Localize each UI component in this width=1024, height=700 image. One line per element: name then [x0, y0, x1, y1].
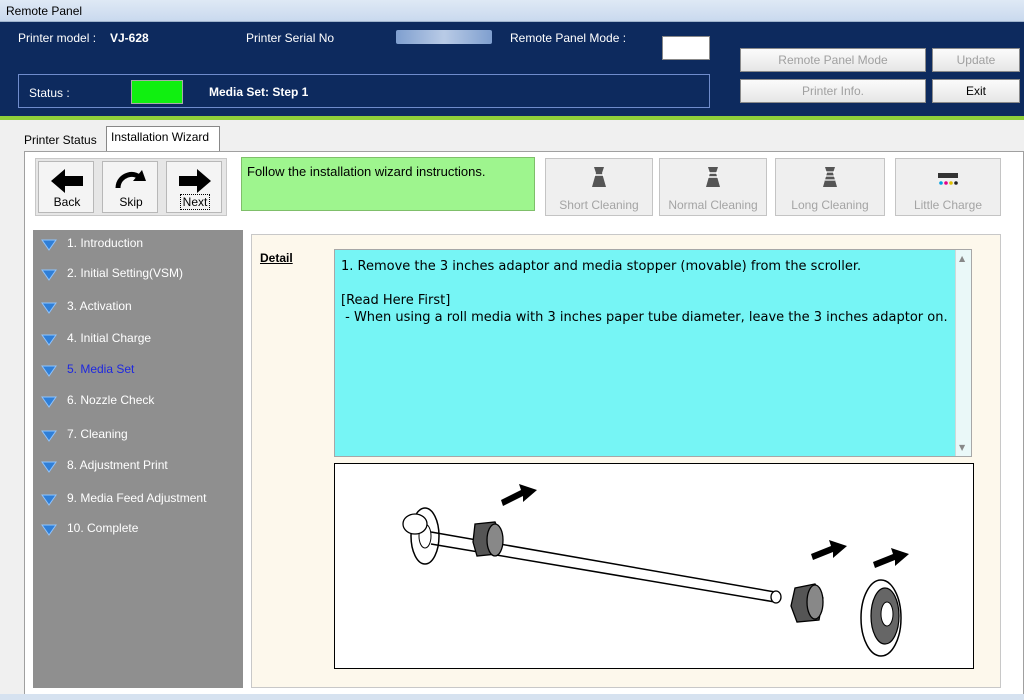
next-button[interactable]: Next — [166, 161, 222, 213]
long-cleaning-label: Long Cleaning — [791, 198, 869, 212]
normal-cleaning-button[interactable]: Normal Cleaning — [659, 158, 767, 216]
scroller-diagram-image — [402, 484, 909, 657]
window-bottom-border — [0, 694, 1024, 700]
status-text: Media Set: Step 1 — [209, 85, 309, 99]
triangle-down-icon — [41, 430, 57, 442]
little-charge-button[interactable]: Little Charge — [895, 158, 1001, 216]
detail-line: - When using a roll media with 3 inches … — [341, 310, 948, 325]
detail-text-box[interactable]: 1. Remove the 3 inches adaptor and media… — [334, 249, 972, 457]
scroll-down-icon[interactable]: ▼ — [959, 443, 965, 452]
update-button[interactable]: Update — [932, 48, 1020, 72]
printer-model-value: VJ-628 — [110, 31, 149, 45]
printer-header: Printer model : VJ-628 Printer Serial No… — [0, 22, 1024, 116]
detail-panel: Detail 1. Remove the 3 inches adaptor an… — [251, 234, 1001, 688]
window-title: Remote Panel — [6, 4, 83, 18]
normal-cleaning-label: Normal Cleaning — [668, 198, 758, 212]
long-cleaning-button[interactable]: Long Cleaning — [775, 158, 885, 216]
printer-info-button[interactable]: Printer Info. — [740, 79, 926, 103]
cleaning-icon — [592, 167, 606, 187]
short-cleaning-label: Short Cleaning — [559, 198, 639, 212]
arrow-right-icon — [179, 169, 211, 193]
triangle-down-icon — [41, 239, 57, 251]
arrow-left-icon — [51, 169, 83, 193]
triangle-down-icon — [41, 302, 57, 314]
scroller-illustration — [334, 463, 974, 669]
remote-panel-mode-button[interactable]: Remote Panel Mode — [740, 48, 926, 72]
detail-label: Detail — [260, 251, 293, 265]
navigation-toolbox: Back Skip Next — [35, 158, 227, 216]
back-button[interactable]: Back — [38, 161, 94, 213]
short-cleaning-button[interactable]: Short Cleaning — [545, 158, 653, 216]
status-frame: Status : Media Set: Step 1 — [18, 74, 710, 108]
instruction-message: Follow the installation wizard instructi… — [241, 157, 535, 211]
wizard-steps-list: 1. Introduction 2. Initial Setting(VSM) … — [33, 230, 243, 688]
detail-scrollbar[interactable]: ▲ ▼ — [955, 250, 971, 456]
cleaning-icon — [706, 167, 720, 187]
tab-installation-wizard[interactable]: Installation Wizard — [106, 126, 220, 152]
triangle-down-icon — [41, 334, 57, 346]
exit-button[interactable]: Exit — [932, 79, 1020, 103]
printer-serial-label: Printer Serial No — [246, 31, 335, 45]
skip-label: Skip — [119, 195, 143, 209]
scroll-up-icon[interactable]: ▲ — [959, 254, 965, 263]
little-charge-label: Little Charge — [913, 198, 983, 212]
printer-model-label: Printer model : — [18, 31, 97, 45]
ink-charge-icon — [938, 173, 958, 185]
tab-printer-status[interactable]: Printer Status — [20, 130, 106, 152]
cleaning-icon — [823, 167, 837, 187]
triangle-down-icon — [41, 461, 57, 473]
window-title-bar: Remote Panel — [0, 0, 1024, 22]
triangle-down-icon — [41, 269, 57, 281]
header-divider — [0, 116, 1024, 120]
next-label: Next — [167, 194, 223, 210]
triangle-down-icon — [41, 396, 57, 408]
skip-button[interactable]: Skip — [102, 161, 158, 213]
remote-panel-mode-label: Remote Panel Mode : — [510, 31, 627, 45]
wizard-panel: Back Skip Next Follow the installation w… — [24, 151, 1024, 695]
status-indicator-light — [131, 80, 183, 104]
back-label: Back — [53, 195, 81, 209]
triangle-down-icon — [41, 524, 57, 536]
skip-arrow-icon — [115, 170, 146, 189]
remote-panel-mode-indicator — [662, 36, 710, 60]
status-label: Status : — [29, 86, 70, 100]
printer-info-row: Printer model : VJ-628 Printer Serial No… — [18, 22, 718, 52]
printer-serial-value-redacted — [396, 30, 492, 44]
triangle-down-icon — [41, 494, 57, 506]
detail-line: 1. Remove the 3 inches adaptor and media… — [341, 259, 862, 274]
detail-line: [Read Here First] — [341, 293, 451, 308]
triangle-down-icon — [41, 365, 57, 377]
